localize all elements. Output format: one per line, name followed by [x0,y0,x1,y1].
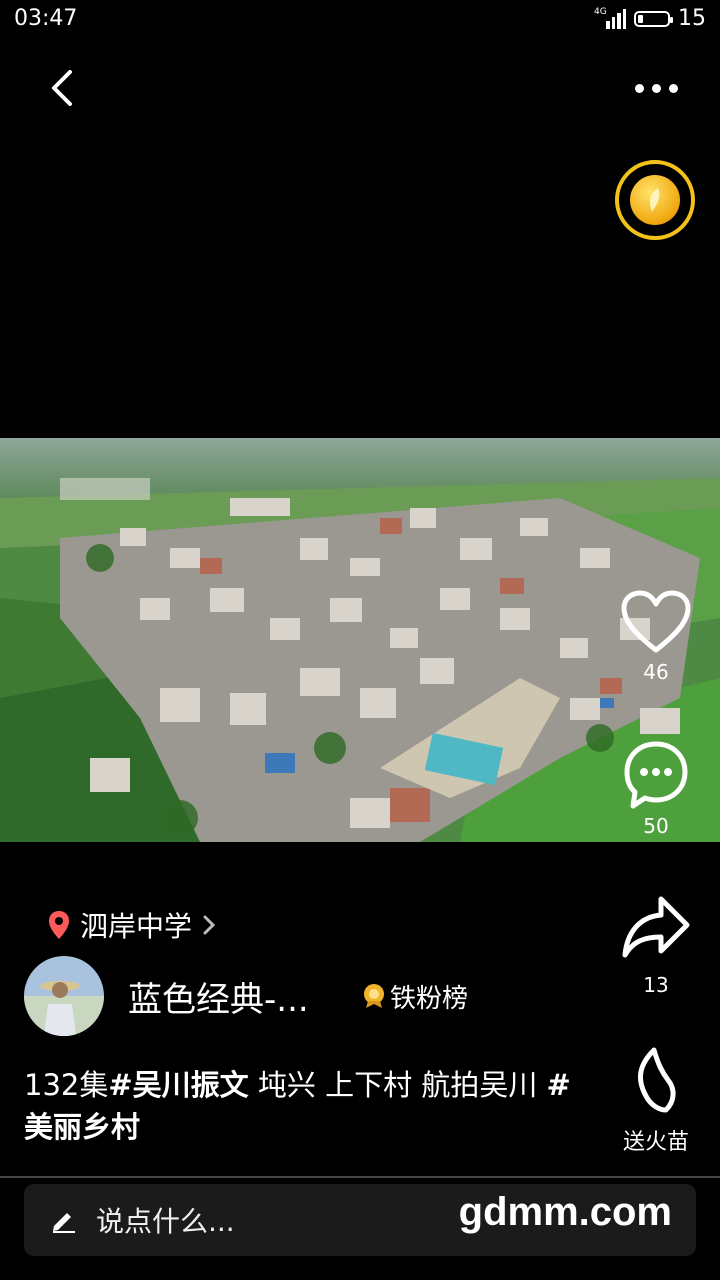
chevron-left-icon [52,70,72,106]
aerial-village-image [0,438,720,842]
back-button[interactable] [40,64,88,112]
status-bar: 03:47 4G 15 [0,0,720,40]
watermark-text: gdmm.com [458,1190,672,1234]
dot-icon [668,83,678,93]
hashtag-link[interactable]: #吴川振文 [108,1068,248,1102]
flame-icon [637,1047,676,1113]
fan-rank-badge[interactable]: 铁粉榜 [362,978,468,1015]
location-name: 泗岸中学 [80,910,193,943]
comment-count: 50 [643,814,669,838]
share-count: 13 [643,973,669,997]
author-name[interactable]: 蓝色经典-... [128,972,338,1021]
comment-placeholder: 说点什么... [96,1205,235,1238]
heart-icon [621,590,691,653]
dot-icon [634,83,644,93]
comment-input-bar[interactable]: 说点什么... gdmm.com [24,1184,696,1256]
video-caption: 132集#吴川振文 坉兴 上下村 航拍吴川 #美丽乡村 [24,1064,584,1148]
like-button[interactable]: 46 [616,590,696,684]
fan-rank-label: 铁粉榜 [390,983,469,1014]
status-time: 03:47 [14,6,78,31]
send-fire-button[interactable]: 送火苗 [612,1046,700,1156]
coin-reward-button[interactable] [615,160,695,240]
caption-text: 坉兴 上下村 航拍吴川 [248,1068,547,1102]
send-fire-label: 送火苗 [622,1130,689,1155]
avatar[interactable] [24,956,104,1036]
author-row: 蓝色经典-... 铁粉榜 [24,956,584,1036]
medal-icon [364,984,384,1008]
signal-icon: 4G [594,6,626,29]
comment-button[interactable]: 50 [616,740,696,838]
avatar-image [24,956,104,1036]
location-tag[interactable]: 泗岸中学 [48,905,216,945]
video-player[interactable] [0,438,720,842]
coin-icon [630,175,680,225]
more-options-button[interactable] [626,70,686,106]
share-arrow-icon [622,896,690,958]
battery-icon [634,10,673,27]
battery-level: 15 [678,6,706,31]
network-type: 4G [594,6,607,17]
caption-prefix: 132集 [24,1068,109,1102]
status-icons: 4G 15 [594,6,706,31]
dot-icon [651,83,661,93]
share-button[interactable]: 13 [616,893,696,997]
location-pin-icon [49,911,69,939]
chevron-right-icon [203,915,216,935]
divider [0,1176,720,1178]
like-count: 46 [643,660,669,684]
pencil-icon [53,1213,75,1233]
comment-bubble-icon [624,741,688,809]
